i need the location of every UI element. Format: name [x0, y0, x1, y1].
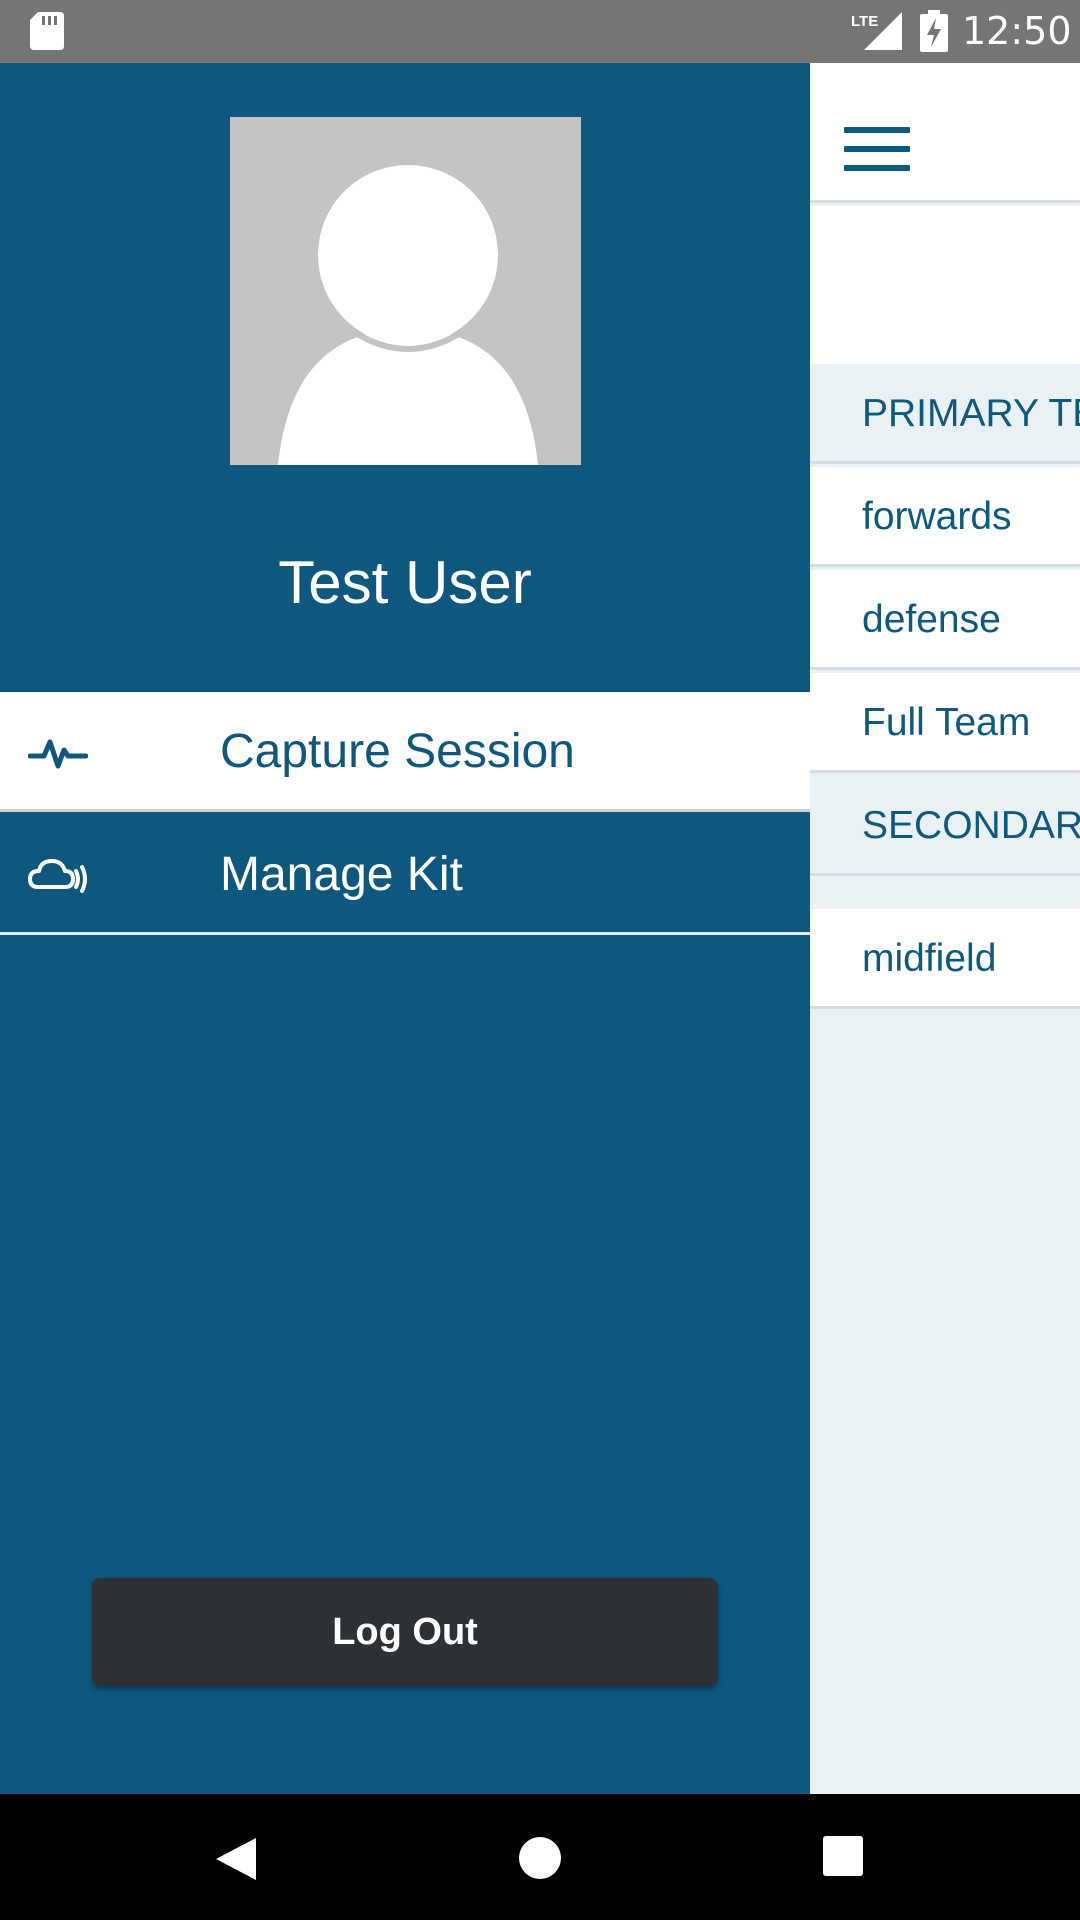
section-header-primary: PRIMARY TEAMS [810, 364, 1080, 464]
team-row-midfield[interactable]: midfield [810, 909, 1080, 1009]
nav-item-capture-session[interactable]: Capture Session [0, 692, 810, 812]
svg-text:LTE: LTE [851, 13, 878, 30]
section-header-secondary: SECONDARY TEAMS [810, 776, 1080, 876]
status-time: 12:50 [962, 9, 1072, 53]
battery-charging-icon [920, 10, 948, 52]
cloud-wireless-icon [28, 859, 87, 893]
back-icon[interactable] [214, 1836, 258, 1882]
user-name: Test User [278, 549, 532, 616]
logout-button[interactable]: Log Out [92, 1578, 718, 1686]
recents-icon[interactable] [823, 1836, 863, 1876]
team-row-full-team[interactable]: Full Team [810, 673, 1080, 773]
team-row-forwards[interactable]: forwards [810, 467, 1080, 567]
section-header-label: PRIMARY TEAMS [862, 392, 1080, 435]
status-bar: LTE 12:50 [0, 0, 1080, 63]
app-screen: PRIMARY TEAMS forwards defense Full Team… [0, 63, 1080, 1794]
nav-item-label: Capture Session [220, 725, 575, 778]
nav-item-manage-kit[interactable]: Manage Kit [0, 815, 810, 935]
hamburger-menu-icon[interactable] [844, 127, 910, 175]
team-row-defense[interactable]: defense [810, 570, 1080, 670]
system-navigation-bar [0, 1794, 1080, 1920]
nav-item-label: Manage Kit [220, 848, 463, 901]
section-header-label: SECONDARY TEAMS [862, 804, 1080, 847]
avatar [230, 117, 581, 465]
team-label: forwards [862, 495, 1012, 538]
activity-pulse-icon [28, 739, 88, 769]
team-label: midfield [862, 937, 997, 980]
home-icon[interactable] [518, 1836, 562, 1880]
sd-card-icon [30, 12, 64, 50]
team-label: Full Team [862, 701, 1031, 744]
navigation-drawer: Test User Capture Session Manage Kit Log… [0, 63, 810, 1794]
team-label: defense [862, 598, 1001, 641]
lte-signal-icon: LTE [851, 12, 902, 50]
